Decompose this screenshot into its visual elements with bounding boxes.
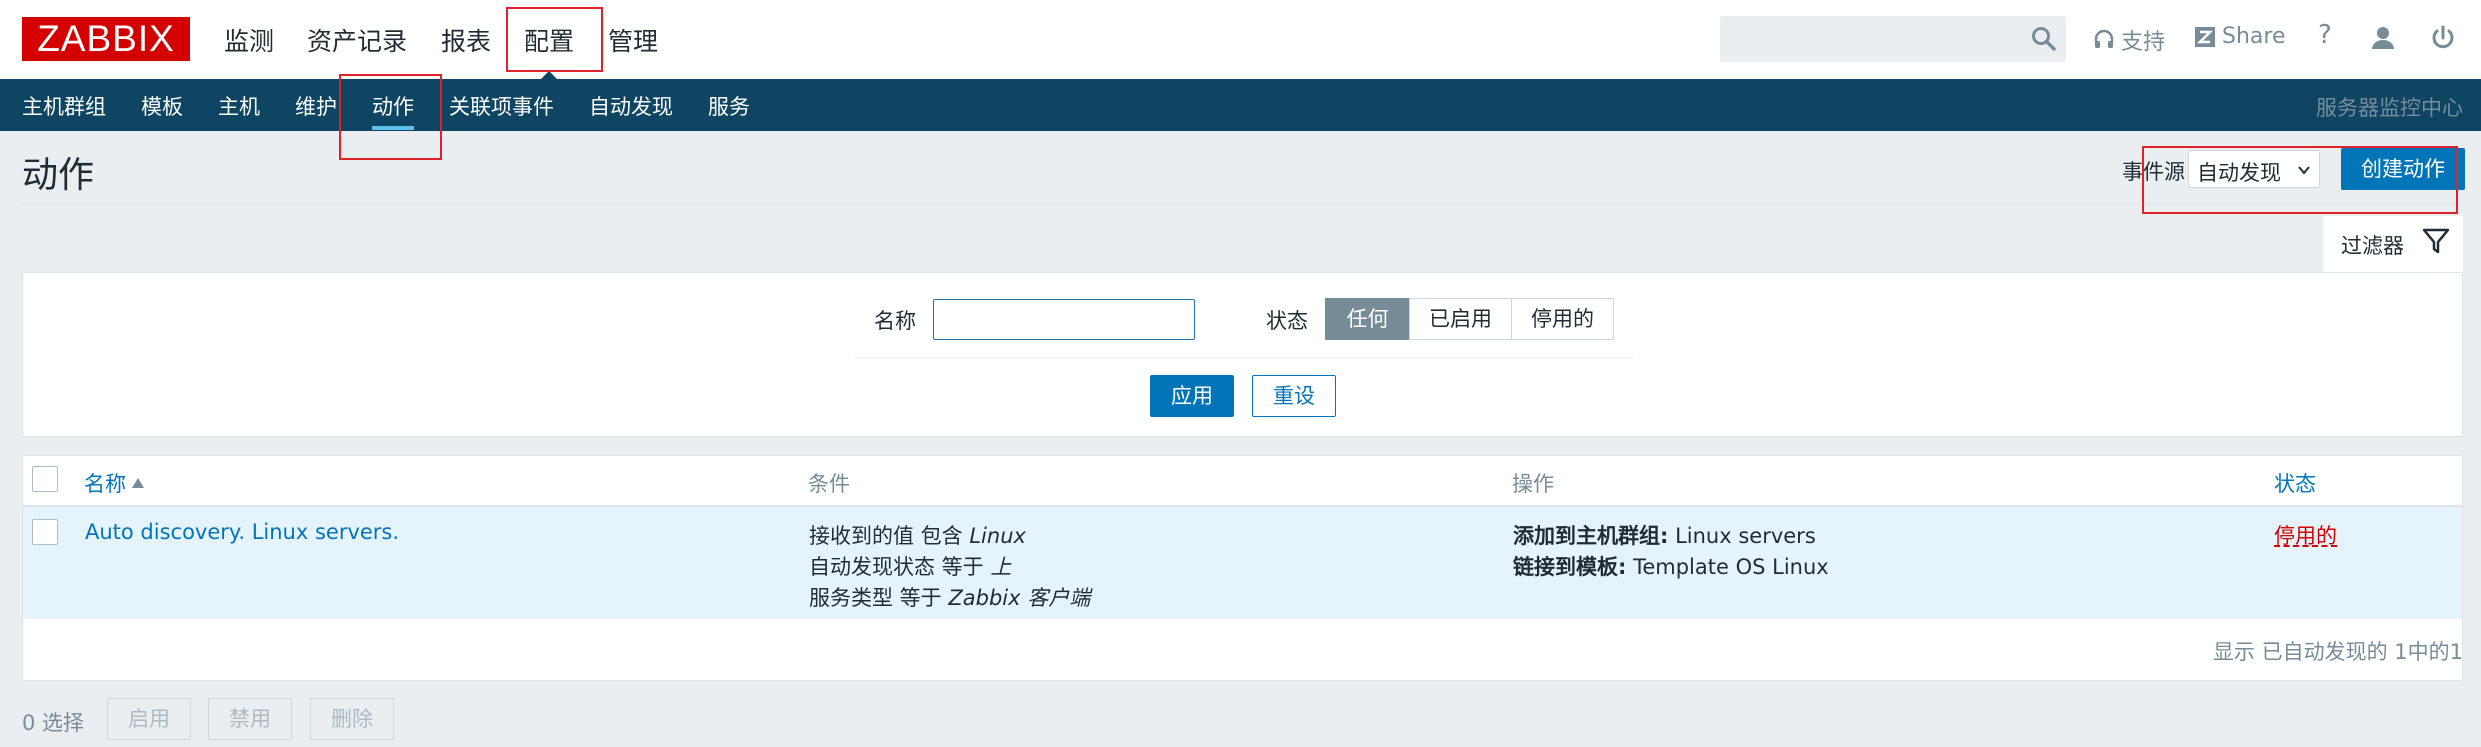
operation-label: 链接到模板: [1513,555,1627,579]
menu-configuration[interactable]: 配置 [524,22,574,81]
condition-line: 接收到的值 包含 Linux [809,520,1026,550]
event-source-value: 自动发现 [2197,161,2281,185]
select-all-checkbox[interactable] [32,466,58,492]
column-conditions-header: 条件 [808,472,850,496]
condition-line: 服务类型 等于 Zabbix 客户端 [809,582,1090,612]
subnav-host-groups[interactable]: 主机群组 [22,91,106,121]
column-name-label: 名称 [84,472,126,496]
disable-button[interactable]: 禁用 [208,698,292,740]
subnav-event-correlation[interactable]: 关联项事件 [449,91,554,121]
page-title: 动作 [22,155,95,196]
condition-value: 上 [990,555,1012,579]
filter-tab[interactable]: 过滤器 [2323,216,2463,274]
condition-text: 接收到的值 包含 [809,524,970,548]
server-name: 服务器监控中心 [2316,96,2463,120]
event-source-select[interactable]: 自动发现 [2188,150,2320,188]
table-paging-info: 显示 已自动发现的 1中的1 [2212,640,2463,664]
subnav-services[interactable]: 服务 [708,91,750,121]
operation-line: 添加到主机群组: Linux servers [1513,520,1816,550]
filter-name-label: 名称 [874,309,916,333]
condition-text: 自动发现状态 等于 [809,555,991,579]
reset-button[interactable]: 重设 [1252,375,1336,417]
action-name-link[interactable]: Auto discovery. Linux servers. [85,520,399,544]
sub-navigation: 主机群组 模板 主机 维护 动作 关联项事件 自动发现 服务 服务器监控中心 [0,79,2481,131]
column-operations-header: 操作 [1512,472,1554,496]
search-input[interactable] [1720,16,2066,62]
subnav-discovery[interactable]: 自动发现 [589,91,673,121]
share-z-icon [2195,26,2215,47]
support-label: 支持 [2121,30,2166,55]
filter-status-label: 状态 [1266,309,1308,333]
title-divider [22,203,2462,204]
operation-label: 添加到主机群组: [1513,524,1669,548]
selected-count: 0 选择 [22,711,85,735]
help-icon[interactable]: ? [2318,20,2332,50]
zabbix-logo[interactable]: ZABBIX [22,17,190,61]
status-option-disabled[interactable]: 停用的 [1511,298,1614,340]
enable-button[interactable]: 启用 [107,698,191,740]
table-row: Auto discovery. Linux servers. 接收到的值 包含 … [23,507,2462,619]
chevron-down-icon [2298,166,2310,175]
share-label: Share [2222,24,2286,49]
operation-line: 链接到模板: Template OS Linux [1513,551,1829,581]
condition-text: 服务类型 等于 [809,586,949,610]
filter-divider [855,357,1633,358]
support-link[interactable]: 支持 [2093,24,2165,56]
status-option-enabled[interactable]: 已启用 [1409,298,1512,340]
status-option-any[interactable]: 任何 [1325,298,1410,340]
event-source-label: 事件源 [2122,160,2185,184]
condition-value: Zabbix 客户端 [948,586,1091,610]
share-link[interactable]: Share [2194,24,2286,49]
search-icon[interactable] [2030,25,2058,53]
apply-button[interactable]: 应用 [1150,375,1234,417]
user-profile-icon[interactable] [2367,22,2399,54]
condition-line: 自动发现状态 等于 上 [809,551,1011,581]
subnav-maintenance[interactable]: 维护 [295,91,337,121]
menu-administration[interactable]: 管理 [608,22,658,58]
menu-monitoring[interactable]: 监测 [224,22,274,58]
column-status-header[interactable]: 状态 [2274,468,2316,498]
filter-panel [22,272,2463,437]
sign-out-icon[interactable] [2427,22,2459,54]
menu-reports[interactable]: 报表 [441,22,491,58]
row-checkbox[interactable] [32,519,58,545]
sort-ascending-icon [132,478,144,488]
filter-name-input[interactable] [933,299,1195,340]
top-header: ZABBIX 监测 资产记录 报表 配置 管理 支持 Share ? [0,0,2481,81]
subnav-templates[interactable]: 模板 [141,91,183,121]
filter-tab-label: 过滤器 [2341,234,2404,258]
column-name-header[interactable]: 名称 [84,468,144,498]
filter-funnel-icon [2422,228,2450,254]
menu-inventory[interactable]: 资产记录 [307,22,407,58]
headset-icon [2094,29,2114,48]
condition-value: Linux [969,524,1026,548]
operation-value: Linux servers [1668,524,1816,548]
create-action-button[interactable]: 创建动作 [2341,148,2465,190]
operation-value: Template OS Linux [1626,555,1829,579]
delete-button[interactable]: 删除 [310,698,394,740]
status-toggle-link[interactable]: 停用的 [2274,520,2337,550]
subnav-actions[interactable]: 动作 [372,91,414,130]
subnav-hosts[interactable]: 主机 [218,91,260,121]
table-header: 名称 条件 操作 状态 [22,455,2463,507]
